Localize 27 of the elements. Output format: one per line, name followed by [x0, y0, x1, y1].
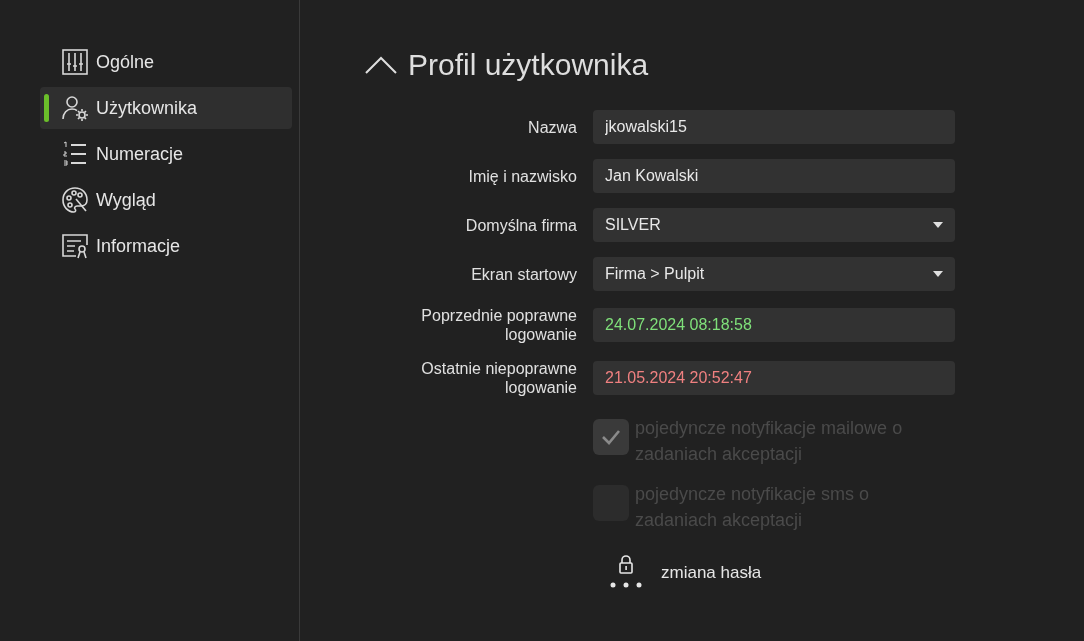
selection-indicator [44, 94, 49, 122]
dropdown[interactable]: Firma > Pulpit [593, 257, 955, 291]
palette-icon [60, 185, 90, 215]
sidebar-item[interactable]: Wygląd [40, 179, 292, 221]
sidebar-item[interactable]: Użytkownika [40, 87, 292, 129]
caret-icon [933, 222, 943, 228]
section-header[interactable]: Profil użytkownika [364, 42, 649, 87]
field-label: Imię i nazwisko [467, 166, 577, 186]
timestamp-field: 21.05.2024 20:52:47 [593, 361, 955, 395]
checkmark-icon [601, 429, 621, 445]
certificate-icon [60, 231, 90, 261]
dropdown[interactable]: SILVER [593, 208, 955, 242]
user-gear-icon [60, 93, 90, 123]
field-label: Ekran startowy [470, 264, 577, 284]
change-password-button[interactable]: zmiana hasła [607, 555, 762, 591]
field-label: Nazwa [527, 117, 577, 137]
caret-icon [933, 271, 943, 277]
text-field[interactable]: Jan Kowalski [593, 159, 955, 193]
field-label: Ostatnie niepoprawne logowanie [420, 359, 577, 397]
sliders-icon [60, 47, 90, 77]
timestamp-field: 24.07.2024 08:18:58 [593, 308, 955, 342]
field-label: Poprzednie poprawne logowanie [420, 306, 577, 344]
text-field[interactable]: jkowalski15 [593, 110, 955, 144]
field-label: Domyślna firma [464, 215, 577, 235]
sidebar-item[interactable]: Numeracje [40, 133, 292, 175]
sidebar-item[interactable]: Ogólne [40, 41, 292, 83]
sidebar-item[interactable]: Informacje [40, 225, 292, 267]
